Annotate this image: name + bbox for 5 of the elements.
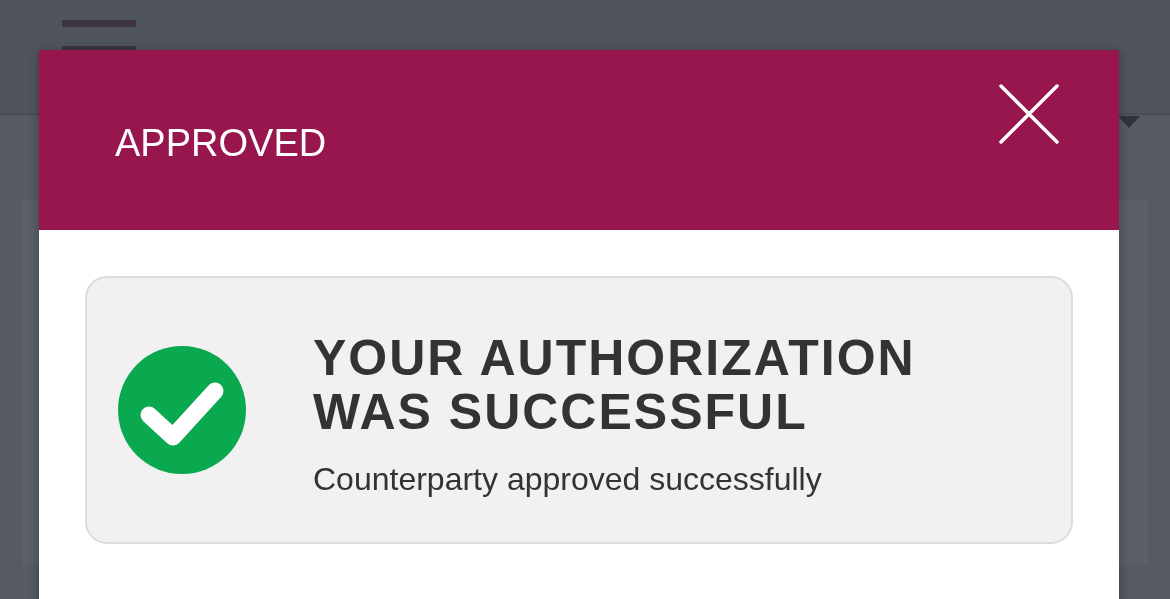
- dialog-title: APPROVED: [115, 121, 327, 165]
- close-button[interactable]: [997, 82, 1061, 146]
- alert-message: Counterparty approved successfully: [313, 460, 823, 498]
- alert-heading: YOUR AUTHORIZATION WAS SUCCESSFUL: [313, 330, 917, 439]
- close-icon: [997, 82, 1061, 146]
